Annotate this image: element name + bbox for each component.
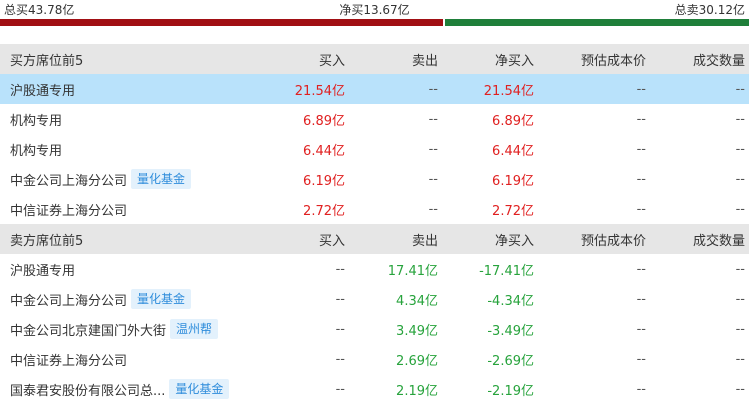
cost-price: --	[636, 171, 646, 187]
column-header-volume: 成交数量	[692, 233, 745, 249]
sell-amount: --	[428, 171, 438, 187]
column-header-volume: 成交数量	[692, 53, 745, 69]
sell-amount: --	[428, 111, 438, 127]
column-header-sell: 卖出	[411, 53, 438, 69]
volume: --	[735, 321, 745, 337]
sell-amount: 3.49亿	[396, 323, 438, 339]
sell-header-row: 卖方席位前5 买入 卖出 净买入 预估成本价 成交数量	[0, 224, 749, 254]
table-row[interactable]: 国泰君安股份有限公司总... 量化基金 -- 2.19亿 -2.19亿 -- --	[0, 374, 749, 404]
table-row[interactable]: 机构专用 6.89亿 -- 6.89亿 -- --	[0, 104, 749, 134]
cost-price: --	[636, 201, 646, 217]
net-amount: -2.19亿	[487, 383, 534, 399]
net-amount: 6.44亿	[492, 143, 534, 159]
table-row[interactable]: 机构专用 6.44亿 -- 6.44亿 -- --	[0, 134, 749, 164]
volume: --	[735, 201, 745, 217]
sell-amount: 2.19亿	[396, 383, 438, 399]
column-header-net: 净买入	[494, 233, 534, 249]
volume: --	[735, 261, 745, 277]
cost-price: --	[636, 321, 646, 337]
seat-name: 机构专用	[10, 143, 63, 159]
table-row[interactable]: 中金公司上海分公司 量化基金 6.19亿 -- 6.19亿 -- --	[0, 164, 749, 194]
net-amount: -3.49亿	[487, 323, 534, 339]
column-header-net: 净买入	[494, 53, 534, 69]
seat-name: 沪股通专用	[10, 83, 76, 99]
table-row[interactable]: 沪股通专用 21.54亿 -- 21.54亿 -- --	[0, 74, 749, 104]
seat-name: 中金公司上海分公司 量化基金	[0, 289, 250, 309]
net-amount: 6.19亿	[492, 173, 534, 189]
seat-tag[interactable]: 量化基金	[131, 169, 192, 189]
sell-amount: 17.41亿	[387, 263, 438, 279]
volume: --	[735, 381, 745, 397]
column-header-seat: 买方席位前5	[10, 53, 84, 69]
column-header-seat: 卖方席位前5	[10, 233, 84, 249]
sell-ratio-fill	[445, 19, 749, 26]
buy-amount: 6.89亿	[303, 113, 345, 129]
buy-amount: 21.54亿	[294, 83, 345, 99]
buy-header-row: 买方席位前5 买入 卖出 净买入 预估成本价 成交数量	[0, 44, 749, 74]
buy-amount: --	[335, 291, 345, 307]
column-header-buy: 买入	[318, 233, 345, 249]
buy-ratio-fill	[0, 19, 444, 26]
table-row[interactable]: 中金公司上海分公司 量化基金 -- 4.34亿 -4.34亿 -- --	[0, 284, 749, 314]
net-amount: -2.69亿	[487, 353, 534, 369]
net-amount: 2.72亿	[492, 203, 534, 219]
table-row[interactable]: 中金公司北京建国门外大街 温州帮 -- 3.49亿 -3.49亿 -- --	[0, 314, 749, 344]
seat-name: 中金公司北京建国门外大街 温州帮	[0, 319, 250, 339]
buy-amount: --	[335, 321, 345, 337]
column-header-buy: 买入	[318, 53, 345, 69]
seat-name: 中信证券上海分公司	[10, 203, 128, 219]
net-amount: 6.89亿	[492, 113, 534, 129]
cost-price: --	[636, 291, 646, 307]
buy-sell-ratio-bar	[0, 19, 749, 26]
net-buy-label: 净买13.67亿	[339, 3, 410, 17]
buy-amount: 6.44亿	[303, 143, 345, 159]
cost-price: --	[636, 381, 646, 397]
table-row[interactable]: 中信证券上海分公司 2.72亿 -- 2.72亿 -- --	[0, 194, 749, 224]
seat-name: 国泰君安股份有限公司总... 量化基金	[0, 379, 250, 399]
table-row[interactable]: 沪股通专用 -- 17.41亿 -17.41亿 -- --	[0, 254, 749, 284]
volume: --	[735, 81, 745, 97]
column-header-cost: 预估成本价	[580, 53, 646, 69]
volume: --	[735, 351, 745, 367]
net-amount: -4.34亿	[487, 293, 534, 309]
sell-amount: 4.34亿	[396, 293, 438, 309]
seat-table: 买方席位前5 买入 卖出 净买入 预估成本价 成交数量 沪股通专用 21.54亿…	[0, 44, 749, 404]
seat-name: 中信证券上海分公司	[10, 353, 128, 369]
sell-amount: --	[428, 141, 438, 157]
total-sell-label: 总卖30.12亿	[674, 3, 745, 17]
seat-name: 机构专用	[10, 113, 63, 129]
buy-amount: --	[335, 381, 345, 397]
volume: --	[735, 141, 745, 157]
net-amount: 21.54亿	[483, 83, 534, 99]
buy-amount: 6.19亿	[303, 173, 345, 189]
cost-price: --	[636, 141, 646, 157]
summary-bar-labels: 总买43.78亿 净买13.67亿 总卖30.12亿	[0, 0, 749, 18]
column-header-sell: 卖出	[411, 233, 438, 249]
seat-name: 沪股通专用	[10, 263, 76, 279]
column-header-cost: 预估成本价	[580, 233, 646, 249]
table-row[interactable]: 中信证券上海分公司 -- 2.69亿 -2.69亿 -- --	[0, 344, 749, 374]
volume: --	[735, 291, 745, 307]
cost-price: --	[636, 111, 646, 127]
cost-price: --	[636, 81, 646, 97]
cost-price: --	[636, 351, 646, 367]
buy-amount: --	[335, 351, 345, 367]
seat-name: 中金公司上海分公司 量化基金	[0, 169, 250, 189]
net-amount: -17.41亿	[479, 263, 534, 279]
seat-tag[interactable]: 量化基金	[169, 379, 230, 399]
volume: --	[735, 111, 745, 127]
buy-amount: --	[335, 261, 345, 277]
cost-price: --	[636, 261, 646, 277]
volume: --	[735, 171, 745, 187]
sell-amount: --	[428, 201, 438, 217]
seat-tag[interactable]: 量化基金	[131, 289, 192, 309]
buy-amount: 2.72亿	[303, 203, 345, 219]
sell-amount: --	[428, 81, 438, 97]
sell-amount: 2.69亿	[396, 353, 438, 369]
seat-tag[interactable]: 温州帮	[170, 319, 219, 339]
